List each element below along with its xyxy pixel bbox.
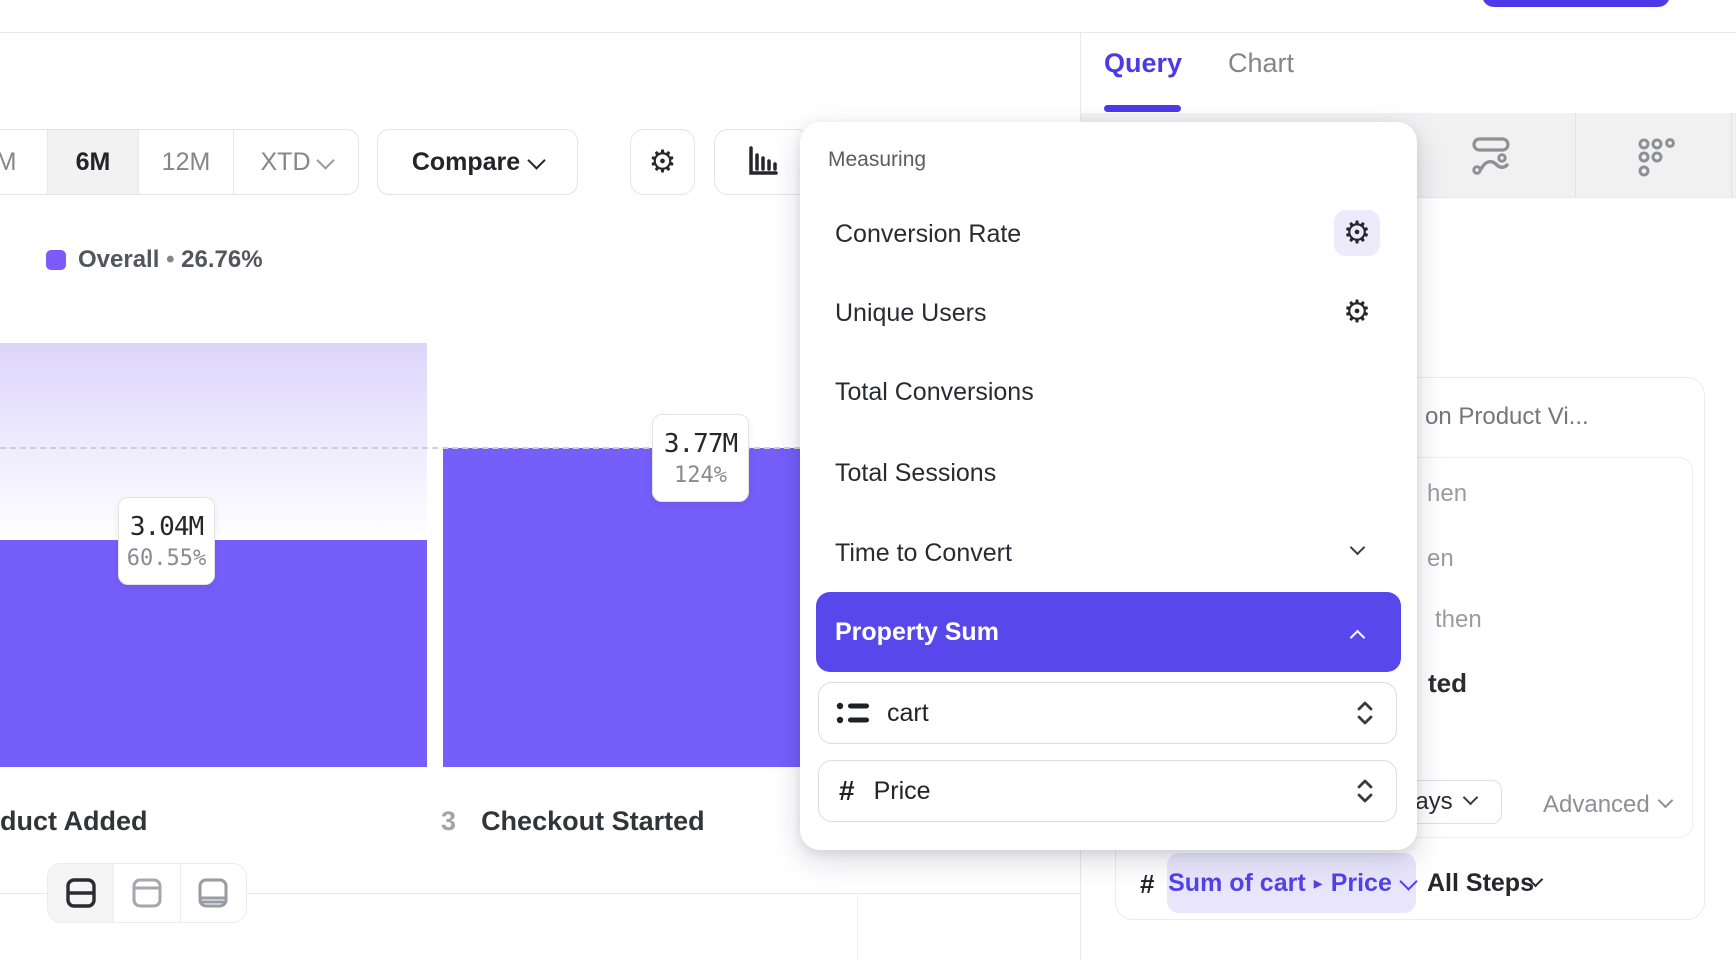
layout-top-bar-icon	[129, 875, 165, 911]
layout-split-rows-icon	[63, 875, 99, 911]
range-m[interactable]: M	[0, 130, 48, 194]
step2-axis-label: duct Added	[0, 806, 148, 837]
unique-users-settings-button[interactable]: ⚙	[1334, 289, 1380, 335]
card-header-fragment: on Product Vi...	[1425, 403, 1589, 431]
chart-settings-button[interactable]: ⚙	[630, 129, 695, 195]
tab-query[interactable]: Query	[1104, 48, 1182, 79]
menu-item-time-to-convert[interactable]: Time to Convert	[835, 539, 1012, 568]
range-xtd[interactable]: XTD	[234, 130, 358, 194]
step2-rate: 60.55%	[127, 546, 206, 571]
list-type-icon	[836, 698, 870, 728]
arrow-right-icon: ▸	[1314, 873, 1323, 894]
step3-name: Checkout Started	[481, 806, 705, 836]
step-connector-fragment: then	[1435, 606, 1482, 634]
legend-overall-rate: 26.76%	[181, 246, 262, 273]
table-column-divider	[857, 893, 858, 960]
breakdown-dots-icon	[1637, 138, 1677, 178]
select-sorter-icon	[1356, 778, 1374, 804]
funnel-flow-button[interactable]	[1471, 136, 1511, 176]
legend-swatch	[46, 250, 66, 270]
property-event-select[interactable]: cart	[818, 682, 1397, 744]
range-12m[interactable]: 12M	[139, 130, 234, 194]
chevron-down-icon	[316, 151, 334, 169]
funnel-flow-icon	[1471, 136, 1511, 176]
bar-value-chip-step3[interactable]: 3.77M 124%	[652, 414, 749, 502]
top-header-bar	[0, 0, 1736, 33]
measurement-chip-left: Sum of cart	[1168, 869, 1306, 898]
layout-toggle-group	[47, 863, 247, 923]
measurement-chip-right: Price	[1331, 869, 1392, 898]
menu-item-unique-users[interactable]: Unique Users	[835, 299, 986, 328]
measurement-chip[interactable]: Sum of cart ▸ Price	[1167, 853, 1416, 913]
property-event-value: cart	[887, 699, 929, 728]
time-range-segmented-control: M 6M 12M XTD	[0, 129, 359, 195]
step3-axis-label: 3 Checkout Started	[441, 806, 705, 837]
chevron-down-icon	[1350, 540, 1366, 556]
compare-label: Compare	[412, 148, 520, 177]
chart-type-button[interactable]	[714, 129, 810, 195]
tab-query-underline	[1104, 105, 1181, 112]
bar-value-chip-step2[interactable]: 3.04M 60.55%	[118, 497, 215, 585]
step3-rate: 124%	[674, 463, 727, 488]
gear-icon: ⚙	[649, 147, 677, 178]
compare-button[interactable]: Compare	[377, 129, 578, 195]
range-6m[interactable]: 6M	[48, 130, 139, 194]
step2-value: 3.04M	[130, 512, 203, 542]
step3-value: 3.77M	[664, 429, 737, 459]
app-window: M 6M 12M XTD Compare ⚙ Overall	[0, 0, 1736, 960]
step-name-fragment: ted	[1428, 668, 1467, 699]
select-sorter-icon	[1356, 700, 1374, 726]
toolbar-cell-divider	[1731, 113, 1732, 198]
menu-item-conversion-rate[interactable]: Conversion Rate	[835, 220, 1021, 249]
bar-chart-icon	[743, 143, 781, 181]
layout-bottom-bar-button[interactable]	[181, 864, 246, 922]
gear-icon: ⚙	[1343, 297, 1371, 328]
layout-bottom-bar-icon	[195, 875, 231, 911]
primary-action-button[interactable]	[1482, 0, 1670, 7]
step-connector-fragment: hen	[1427, 480, 1467, 508]
number-type-icon: #	[1140, 869, 1154, 900]
advanced-dropdown[interactable]: Advanced	[1543, 791, 1650, 819]
range-xtd-label: XTD	[261, 148, 311, 177]
property-sum-label: Property Sum	[835, 618, 999, 647]
menu-item-total-conversions[interactable]: Total Conversions	[835, 378, 1034, 407]
gear-icon: ⚙	[1343, 218, 1371, 249]
chevron-down-icon	[527, 151, 545, 169]
legend: Overall • 26.76%	[46, 246, 263, 274]
menu-item-total-sessions[interactable]: Total Sessions	[835, 459, 996, 488]
toolbar-cell-divider	[1575, 113, 1576, 198]
measuring-title: Measuring	[828, 148, 926, 172]
step3-number: 3	[441, 806, 456, 836]
layout-top-bar-button[interactable]	[114, 864, 180, 922]
step-connector-fragment: en	[1427, 545, 1454, 573]
menu-item-property-sum-selected[interactable]: Property Sum	[816, 592, 1401, 672]
layout-split-rows-button[interactable]	[48, 864, 114, 922]
property-name-select[interactable]: # Price	[818, 760, 1397, 822]
chevron-up-icon	[1350, 630, 1366, 646]
legend-series-label: Overall	[78, 246, 159, 273]
property-name-value: Price	[874, 777, 931, 806]
legend-separator: •	[166, 246, 174, 273]
measuring-dropdown: Measuring Conversion Rate ⚙ Unique Users…	[800, 122, 1417, 850]
all-steps-dropdown[interactable]: All Steps	[1427, 869, 1534, 898]
conversion-rate-settings-button[interactable]: ⚙	[1334, 210, 1380, 256]
breakdown-dots-button[interactable]	[1637, 138, 1677, 178]
number-type-icon: #	[839, 775, 855, 807]
chevron-down-icon	[1399, 872, 1417, 890]
tab-chart[interactable]: Chart	[1228, 48, 1294, 79]
